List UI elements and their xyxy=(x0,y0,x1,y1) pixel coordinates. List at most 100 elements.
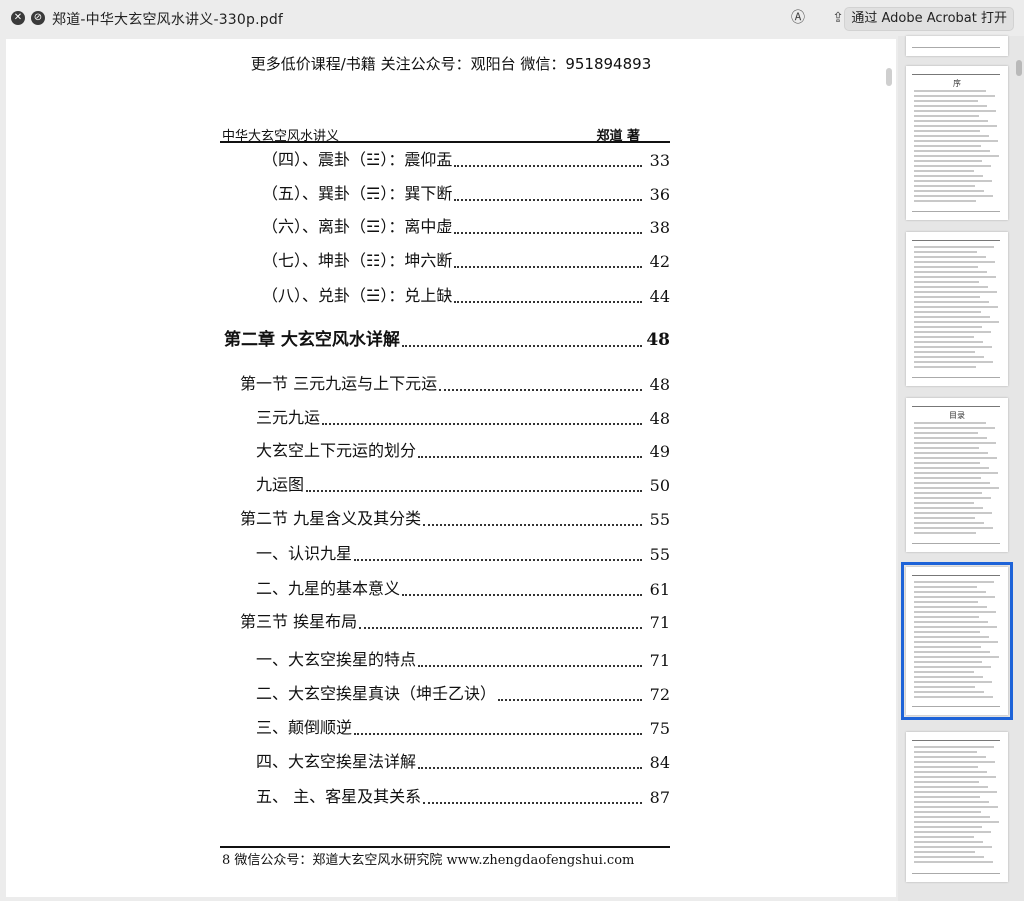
close-icon[interactable]: ✕ xyxy=(11,11,25,25)
open-in-acrobat-button[interactable]: 通过 Adobe Acrobat 打开 xyxy=(844,7,1014,31)
thumbnail-text-line xyxy=(914,771,987,773)
thumbnail-text-line xyxy=(914,756,986,758)
toc-entry[interactable]: 二、九星的基本意义 61 xyxy=(256,575,670,599)
thumbnail-text-line xyxy=(914,115,979,117)
thumbnail-text-line xyxy=(914,821,999,823)
page-footer: 8 微信公众号：郑道大玄空风水研究院 www.zhengdaofengshui.… xyxy=(222,853,635,868)
thumbnail-text-line xyxy=(914,801,989,803)
thumbnail-sidebar: 序 目录 xyxy=(898,36,1024,901)
thumbnail-text-line xyxy=(914,626,997,628)
thumbnail-text-line xyxy=(914,130,980,132)
thumbnail-text-line xyxy=(914,751,977,753)
toc-entry[interactable]: 第一节 三元九运与上下元运 48 xyxy=(240,370,670,394)
toc-leader-dots xyxy=(359,621,642,629)
toc-entry[interactable]: （八）、兑卦（☱）：兑上缺 44 xyxy=(262,282,670,306)
toc-entry-title: （四）、震卦（☳）：震仰盂 xyxy=(262,150,453,169)
thumbnail-text-line xyxy=(914,351,975,353)
toc-entry-title: （五）、巽卦（☴）：巽下断 xyxy=(262,184,453,203)
thumbnail-text-line xyxy=(914,811,981,813)
toc-entry[interactable]: 一、认识九星 55 xyxy=(256,540,670,564)
thumbnail-page-toc-2-selected[interactable] xyxy=(901,562,1013,720)
thumbnail-text-line xyxy=(914,686,975,688)
thumbnail-text-line xyxy=(914,356,984,358)
markup-icon[interactable]: Ⓐ xyxy=(789,9,807,27)
toc-entry[interactable]: （六）、离卦（☲）：离中虚 38 xyxy=(262,213,670,237)
thumbnail-text-line xyxy=(914,90,986,92)
toc-page-number: 84 xyxy=(649,753,670,772)
toc-entry[interactable]: 三元九运 48 xyxy=(256,404,670,428)
toc-leader-dots xyxy=(439,383,642,391)
thumbnail-text-line xyxy=(914,816,990,818)
thumbnail-text-line xyxy=(914,95,995,97)
toc-entry[interactable]: 大玄空上下元运的划分 49 xyxy=(256,437,670,461)
thumbnail-text-line xyxy=(914,512,992,514)
toc-entry[interactable]: （四）、震卦（☳）：震仰盂 33 xyxy=(262,146,670,170)
thumbnail-text-line xyxy=(914,691,984,693)
sidebar-scrollbar[interactable] xyxy=(1016,60,1022,76)
thumbnail-text-line xyxy=(914,606,987,608)
toc-entry[interactable]: 第二节 九星含义及其分类 55 xyxy=(240,505,670,529)
thumbnail-text-line xyxy=(914,261,995,263)
toc-entry[interactable]: 五、 主、客星及其关系 87 xyxy=(256,783,670,807)
thumbnail-page-preface-2[interactable] xyxy=(906,232,1008,386)
thumbnail-text-line xyxy=(914,306,998,308)
title-bar: ✕ ⊘ 郑道-中华大玄空风水讲义-330p.pdf Ⓐ ⇪ 通过 Adobe A… xyxy=(0,0,1024,36)
thumbnail-text-line xyxy=(914,616,979,618)
toc-entry[interactable]: 三、颠倒顺逆 75 xyxy=(256,714,670,738)
thumbnail-text-line xyxy=(914,296,980,298)
thumbnail-page-toc-1[interactable]: 目录 xyxy=(906,398,1008,552)
toc-entry[interactable]: 四、大玄空挨星法详解 84 xyxy=(256,748,670,772)
thumbnail-text-line xyxy=(914,361,993,363)
toc-leader-dots xyxy=(322,417,642,425)
toc-page-number: 72 xyxy=(649,685,670,704)
thumbnail-text-line xyxy=(914,326,982,328)
thumbnail-text-line xyxy=(914,185,975,187)
toc-page-number: 38 xyxy=(649,218,670,237)
thumbnail-text-line xyxy=(914,170,974,172)
thumbnail-text-line xyxy=(914,796,980,798)
thumbnail-page-toc-3[interactable] xyxy=(906,732,1008,882)
thumbnail-page-prev[interactable] xyxy=(906,36,1008,56)
thumbnail-text-line xyxy=(914,200,976,202)
thumbnail-text-line xyxy=(914,586,977,588)
thumbnail-text-line xyxy=(914,105,987,107)
toc-entry-title: 一、认识九星 xyxy=(256,544,353,563)
thumbnail-text-line xyxy=(914,457,997,459)
stop-icon[interactable]: ⊘ xyxy=(31,11,45,25)
toc-entry[interactable]: （七）、坤卦（☷）：坤六断 42 xyxy=(262,247,670,271)
thumbnail-text-line xyxy=(914,507,983,509)
thumbnail-text-line xyxy=(914,761,995,763)
thumbnail-text-line xyxy=(914,155,999,157)
pdf-page[interactable]: 更多低价课程/书籍 关注公众号：观阳台 微信：951894893 中华大玄空风水… xyxy=(6,39,896,897)
toc-entry-title: （八）、兑卦（☱）：兑上缺 xyxy=(262,286,453,305)
thumbnail-text-line xyxy=(914,661,982,663)
thumbnail-text-line xyxy=(914,826,982,828)
thumbnail-text-line xyxy=(914,766,978,768)
toc-entry[interactable]: 二、大玄空挨星真诀（坤壬乙诀） 72 xyxy=(256,680,670,704)
thumbnail-text-line xyxy=(914,366,976,368)
thumbnail-text-line xyxy=(914,786,988,788)
toc-chapter[interactable]: 第二章 大玄空风水详解 48 xyxy=(224,326,670,350)
thumbnail-text-line xyxy=(914,165,991,167)
thumbnail-text-line xyxy=(914,472,998,474)
toc-entry-title: 五、 主、客星及其关系 xyxy=(256,787,422,806)
thumbnail-text-line xyxy=(914,452,988,454)
thumbnail-text-line xyxy=(914,301,989,303)
thumbnail-text-line xyxy=(914,651,990,653)
thumbnail-page-preface[interactable]: 序 xyxy=(906,66,1008,220)
toc-leader-dots xyxy=(454,260,642,268)
thumbnail-text-line xyxy=(914,467,989,469)
toc-entry[interactable]: （五）、巽卦（☴）：巽下断 36 xyxy=(262,180,670,204)
main-scrollbar[interactable] xyxy=(886,68,892,86)
toc-entry[interactable]: 一、大玄空挨星的特点 71 xyxy=(256,646,670,670)
toc-entry-title: 二、九星的基本意义 xyxy=(256,579,401,598)
toc-page-number: 48 xyxy=(649,409,670,428)
thumbnail-text-line xyxy=(914,497,991,499)
thumbnail-text-line xyxy=(914,611,996,613)
thumbnail-text-line xyxy=(914,846,992,848)
thumbnail-text-line xyxy=(914,836,974,838)
toc-entry[interactable]: 第三节 挨星布局 71 xyxy=(240,608,670,632)
toc-entry[interactable]: 九运图 50 xyxy=(256,471,670,495)
thumbnail-text-line xyxy=(914,861,993,863)
toc-page-number: 71 xyxy=(649,651,670,670)
